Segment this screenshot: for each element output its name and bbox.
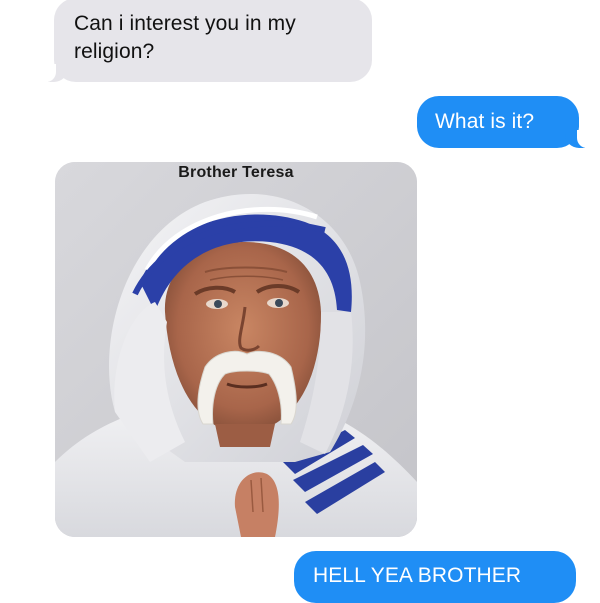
- incoming-message-bubble[interactable]: Can i interest you in my religion?: [42, 0, 372, 82]
- photo-caption: Brother Teresa: [178, 164, 294, 181]
- bubble-tail: [565, 130, 591, 148]
- outgoing-message-bubble[interactable]: What is it?: [417, 96, 591, 148]
- message-text: Can i interest you in my religion?: [74, 12, 296, 63]
- image-message[interactable]: Brother Teresa: [55, 162, 417, 537]
- meme-photo: [55, 162, 417, 537]
- outgoing-message-bubble[interactable]: HELL YEA BROTHER: [294, 551, 576, 603]
- bubble-tail: [42, 64, 68, 82]
- message-text: HELL YEA BROTHER: [313, 564, 522, 587]
- message-text: What is it?: [435, 110, 535, 133]
